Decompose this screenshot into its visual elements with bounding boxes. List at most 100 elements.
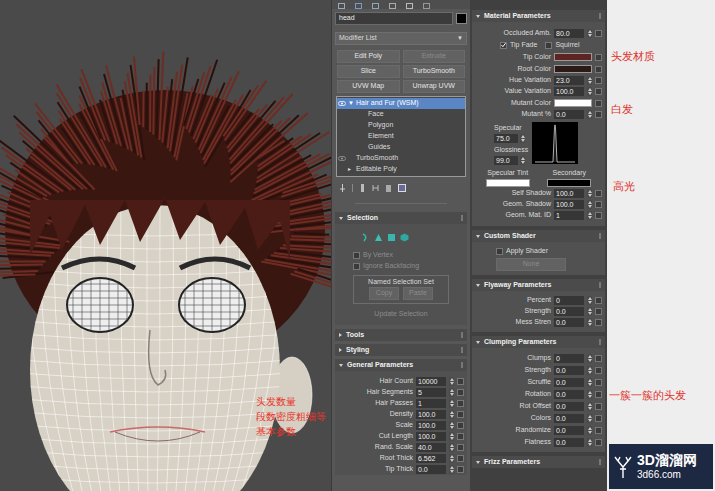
spinner-value[interactable]: 100.0 <box>416 410 446 419</box>
checkbox-box[interactable] <box>545 42 552 49</box>
spinner-arrows-icon[interactable] <box>587 211 592 220</box>
spinner-arrows-icon[interactable] <box>449 388 454 397</box>
object-color-swatch[interactable] <box>456 13 467 24</box>
color-swatch[interactable] <box>554 53 592 61</box>
stack-item[interactable]: Element <box>337 131 465 142</box>
spinner-value[interactable]: 23.0 <box>554 76 584 85</box>
spinner-value[interactable]: 40.0 <box>416 443 446 452</box>
spinner-value[interactable]: 1 <box>554 211 584 220</box>
map-button[interactable] <box>457 444 464 451</box>
map-button[interactable] <box>457 411 464 418</box>
map-button[interactable] <box>595 100 602 107</box>
map-button[interactable] <box>595 439 602 446</box>
checkbox-box[interactable] <box>496 248 503 255</box>
stack-item[interactable]: TurboSmooth <box>337 153 465 164</box>
spinner-value[interactable]: 80.0 <box>554 29 584 38</box>
rollout-header[interactable]: General Parameters <box>335 359 467 371</box>
tint-swatch[interactable] <box>547 179 591 187</box>
map-button[interactable] <box>595 212 602 219</box>
panel-tab-icon[interactable] <box>372 3 379 9</box>
rollout-header[interactable]: Tools <box>335 329 467 341</box>
button[interactable]: UVW Map <box>337 80 400 93</box>
map-button[interactable] <box>595 403 602 410</box>
rollout-header[interactable]: Frizz Parameters <box>472 456 605 468</box>
spinner-value[interactable]: 100.0 <box>554 87 584 96</box>
map-button[interactable] <box>457 400 464 407</box>
map-button[interactable] <box>595 190 602 197</box>
map-button[interactable] <box>595 66 602 73</box>
color-swatch[interactable] <box>554 65 592 73</box>
spinner-value[interactable]: 0 <box>554 296 584 305</box>
spinner-arrows-icon[interactable] <box>587 29 592 38</box>
color-swatch[interactable] <box>554 99 592 107</box>
map-button[interactable] <box>457 422 464 429</box>
spinner-value[interactable]: 1 <box>416 399 446 408</box>
spinner-arrows-icon[interactable] <box>520 156 525 165</box>
configure-icon[interactable] <box>398 184 406 192</box>
map-button[interactable] <box>595 88 602 95</box>
spinner-arrows-icon[interactable] <box>587 354 592 363</box>
show-end-icon[interactable] <box>359 184 366 192</box>
button[interactable]: TurboSmooth <box>403 65 466 78</box>
spinner-value[interactable]: 100.0 <box>416 432 446 441</box>
stack-item[interactable]: Polygon <box>337 120 465 131</box>
spinner-arrows-icon[interactable] <box>449 454 454 463</box>
panel-tab-icon[interactable] <box>355 3 362 9</box>
checkbox[interactable]: Tip Fade <box>500 40 537 51</box>
remove-icon[interactable] <box>385 184 392 192</box>
spinner-arrows-icon[interactable] <box>449 377 454 386</box>
spinner-value[interactable]: 100.0 <box>416 421 446 430</box>
rollout-header[interactable]: Flyaway Parameters <box>472 279 605 291</box>
spinner-arrows-icon[interactable] <box>587 110 592 119</box>
map-button[interactable] <box>595 111 602 118</box>
spinner-arrows-icon[interactable] <box>587 402 592 411</box>
spinner-value[interactable]: 6.562 <box>416 454 446 463</box>
panel-tab-icon[interactable] <box>389 3 396 9</box>
spinner-value[interactable]: 0.0 <box>554 414 584 423</box>
modifier-list-dropdown[interactable]: Modifier List▼ <box>335 32 467 45</box>
polygon-icon[interactable] <box>387 233 396 242</box>
spinner-arrows-icon[interactable] <box>449 421 454 430</box>
spinner-arrows-icon[interactable] <box>587 426 592 435</box>
spinner-value[interactable]: 0.0 <box>554 438 584 447</box>
spinner-arrows-icon[interactable] <box>449 399 454 408</box>
spinner-value[interactable]: 0.0 <box>554 110 584 119</box>
map-button[interactable] <box>457 378 464 385</box>
spinner-arrows-icon[interactable] <box>587 189 592 198</box>
spinner-value[interactable]: 5 <box>416 388 446 397</box>
spinner-arrows-icon[interactable] <box>520 134 525 143</box>
map-button[interactable] <box>457 433 464 440</box>
element-icon[interactable] <box>400 233 409 242</box>
spinner-value[interactable]: 75.0 <box>494 134 518 143</box>
map-button[interactable] <box>457 389 464 396</box>
spinner-value[interactable]: 0.0 <box>554 307 584 316</box>
button[interactable]: Unwrap UVW <box>403 80 466 93</box>
spinner-value[interactable]: 99.0 <box>494 156 518 165</box>
spinner-value[interactable]: 10000 <box>416 377 446 386</box>
map-button[interactable] <box>595 54 602 61</box>
spinner-arrows-icon[interactable] <box>587 76 592 85</box>
pin-icon[interactable] <box>339 184 346 192</box>
stack-item[interactable]: ▼Hair and Fur (WSM) <box>337 98 465 109</box>
spinner-arrows-icon[interactable] <box>449 443 454 452</box>
map-button[interactable] <box>595 297 602 304</box>
map-button[interactable] <box>595 427 602 434</box>
rollout-header[interactable]: Selection <box>335 212 467 224</box>
spinner-value[interactable]: 0.0 <box>416 465 446 474</box>
spinner-arrows-icon[interactable] <box>587 414 592 423</box>
rollout-header[interactable]: Material Parameters <box>472 10 605 22</box>
button[interactable]: Slice <box>337 65 400 78</box>
rollout-header[interactable]: Custom Shader <box>472 230 605 242</box>
checkbox[interactable]: Apply Shader <box>496 246 548 257</box>
spinner-value[interactable]: 0.0 <box>554 390 584 399</box>
panel-tab-icon[interactable] <box>423 3 430 9</box>
spinner-arrows-icon[interactable] <box>587 307 592 316</box>
stack-item[interactable]: Guides <box>337 142 465 153</box>
spinner-arrows-icon[interactable] <box>587 318 592 327</box>
spinner-arrows-icon[interactable] <box>449 432 454 441</box>
button[interactable]: Edit Poly <box>337 50 400 63</box>
spinner-value[interactable]: 0.0 <box>554 426 584 435</box>
rollout-header[interactable]: Styling <box>335 344 467 356</box>
object-name-field[interactable]: head <box>335 12 453 25</box>
stack-item[interactable]: ▸Editable Poly <box>337 164 465 175</box>
